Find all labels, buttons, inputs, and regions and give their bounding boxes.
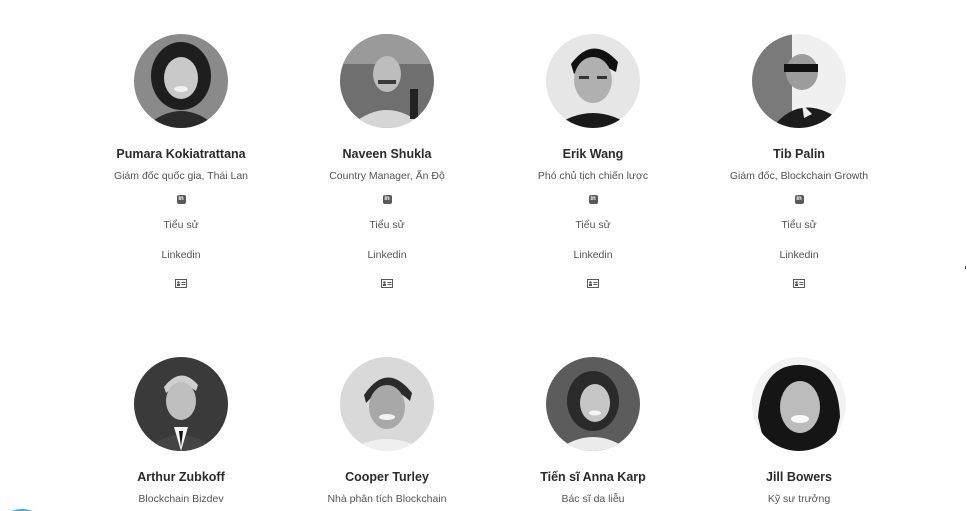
member-role: Blockchain Bizdev xyxy=(138,493,224,505)
linkedin-icon[interactable]: in xyxy=(794,195,804,204)
edge-mark xyxy=(965,266,966,269)
avatar[interactable] xyxy=(134,34,228,128)
team-member-card: Jill Bowers Kỹ sư trưởng xyxy=(696,357,902,505)
linkedin-icon[interactable]: in xyxy=(588,195,598,204)
avatar[interactable] xyxy=(752,357,846,451)
member-name: Pumara Kokiatrattana xyxy=(116,147,246,161)
linkedin-link[interactable]: Linkedin xyxy=(490,249,696,261)
avatar[interactable] xyxy=(546,34,640,128)
contact-card-icon[interactable] xyxy=(175,279,187,288)
linkedin-link[interactable]: Linkedin xyxy=(284,249,490,261)
member-role: Giám đốc quốc gia, Thái Lan xyxy=(113,170,249,182)
avatar[interactable] xyxy=(134,357,228,451)
linkedin-icon[interactable]: in xyxy=(382,195,392,204)
avatar[interactable] xyxy=(340,357,434,451)
team-member-card: Naveen Shukla Country Manager, Ấn Độ in … xyxy=(284,34,490,293)
bio-link[interactable]: Tiểu sử xyxy=(696,219,902,231)
avatar[interactable] xyxy=(752,34,846,128)
linkedin-link[interactable]: Linkedin xyxy=(696,249,902,261)
team-member-card: Arthur Zubkoff Blockchain Bizdev xyxy=(78,357,284,505)
member-role: Nhà phân tích Blockchain xyxy=(327,493,447,505)
linkedin-link[interactable]: Linkedin xyxy=(78,249,284,261)
contact-card-icon[interactable] xyxy=(587,279,599,288)
team-member-card: Erik Wang Phó chủ tịch chiến lược in Tiể… xyxy=(490,34,696,293)
member-role: Phó chủ tịch chiến lược xyxy=(537,170,649,182)
bio-link[interactable]: Tiểu sử xyxy=(490,219,696,231)
scroll-to-top-button[interactable] xyxy=(0,506,40,511)
member-role: Giám đốc, Blockchain Growth xyxy=(729,170,869,182)
avatar[interactable] xyxy=(340,34,434,128)
team-member-card: Tiến sĩ Anna Karp Bác sĩ da liễu xyxy=(490,357,696,505)
member-role: Kỹ sư trưởng xyxy=(767,493,831,505)
member-role: Bác sĩ da liễu xyxy=(561,493,625,505)
member-name: Tiến sĩ Anna Karp xyxy=(540,470,646,484)
avatar[interactable] xyxy=(546,357,640,451)
bio-link[interactable]: Tiểu sử xyxy=(284,219,490,231)
team-member-card: Tib Palin Giám đốc, Blockchain Growth in… xyxy=(696,34,902,293)
team-member-card: Cooper Turley Nhà phân tích Blockchain xyxy=(284,357,490,505)
member-name: Erik Wang xyxy=(562,147,624,161)
team-page: Pumara Kokiatrattana Giám đốc quốc gia, … xyxy=(0,0,967,511)
member-name: Arthur Zubkoff xyxy=(137,470,225,484)
member-name: Jill Bowers xyxy=(766,470,832,484)
member-name: Tib Palin xyxy=(773,147,825,161)
member-name: Naveen Shukla xyxy=(342,147,432,161)
linkedin-icon[interactable]: in xyxy=(176,195,186,204)
member-role: Country Manager, Ấn Độ xyxy=(329,170,445,182)
bio-link[interactable]: Tiểu sử xyxy=(78,219,284,231)
contact-card-icon[interactable] xyxy=(793,279,805,288)
contact-card-icon[interactable] xyxy=(381,279,393,288)
team-member-card: Pumara Kokiatrattana Giám đốc quốc gia, … xyxy=(78,34,284,293)
member-name: Cooper Turley xyxy=(345,470,429,484)
